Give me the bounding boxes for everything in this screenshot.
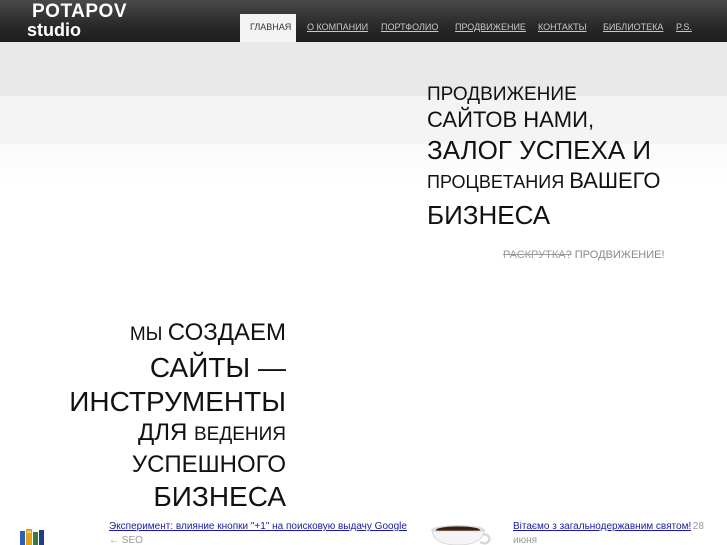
books-icon: [20, 529, 44, 545]
hero-right-line4: ПРОЦВЕТАНИЯ ВАШЕГО: [427, 166, 717, 199]
nav-item-home[interactable]: ГЛАВНАЯ: [240, 14, 296, 42]
hero-left-line5: УСПЕШНОГО: [131, 451, 286, 478]
nav-item-about[interactable]: О КОМПАНИИ: [307, 14, 368, 42]
hero-left-line1-big: СОЗДАЕМ: [167, 319, 286, 346]
news-category-seo[interactable]: ← SEO: [109, 535, 143, 545]
hero-create-heading: МЫ СОЗДАЕМ САЙТЫ — ИНСТРУМЕНТЫ ДЛЯ ВЕДЕН…: [60, 318, 286, 515]
tagline-rest: ПРОДВИЖЕНИЕ!: [571, 249, 665, 261]
hero-right-line5: БИЗНЕСА: [427, 200, 551, 230]
news-date-month: июня: [513, 535, 538, 545]
coffee-cup-icon: [431, 525, 491, 545]
top-bar: POTAPOV studio ГЛАВНАЯ О КОМПАНИИ ПОРТФО…: [0, 0, 727, 42]
hero-promo-heading: ПРОДВИЖЕНИЕ САЙТОВ НАМИ, ЗАЛОГ УСПЕХА И …: [427, 84, 717, 231]
news-link-google-plus-one[interactable]: Эксперимент: влияние кнопки "+1" на поис…: [109, 521, 407, 532]
nav-item-contacts[interactable]: КОНТАКТЫ: [538, 14, 587, 42]
hero-left-line1: МЫ СОЗДАЕМ: [60, 318, 286, 351]
nav-item-promotion[interactable]: ПРОДВИЖЕНИЕ: [455, 14, 526, 42]
hero-left-line4-big: ДЛЯ: [137, 419, 194, 446]
hero-left-line2: САЙТЫ —: [149, 352, 286, 383]
hero-left-line6: БИЗНЕСА: [153, 481, 286, 512]
tagline: РАСКРУТКА? ПРОДВИЖЕНИЕ!: [503, 249, 665, 261]
news-date-day: — 28: [680, 521, 704, 532]
hero-right-line4-small: ПРОЦВЕТАНИЯ: [427, 172, 570, 192]
hero-right-line2: САЙТОВ НАМИ,: [427, 107, 595, 132]
hero-left-line4: ДЛЯ ВЕДЕНИЯ: [60, 418, 286, 451]
hero-right-line1: ПРОДВИЖЕНИЕ: [427, 84, 577, 105]
news-link-holiday-greeting[interactable]: Вітаємо з загальнодержавним святом!: [513, 521, 691, 532]
hero-left-line4-small: ВЕДЕНИЯ: [194, 424, 286, 445]
nav-item-ps[interactable]: P.S.: [676, 14, 692, 42]
hero-right-line3: ЗАЛОГ УСПЕХА И: [427, 135, 652, 165]
logo-line2: studio: [27, 20, 81, 40]
logo-line1: POTAPOV: [32, 1, 127, 22]
nav-item-library[interactable]: БИБЛИОТЕКА: [603, 14, 663, 42]
hero-left-line3: ИНСТРУМЕНТЫ: [69, 386, 286, 417]
hero-left-line1-small: МЫ: [129, 324, 168, 345]
hero-right-line4-big: ВАШЕГО: [569, 168, 661, 193]
tagline-strikethrough: РАСКРУТКА?: [503, 249, 572, 261]
nav-item-portfolio[interactable]: ПОРТФОЛИО: [381, 14, 438, 42]
